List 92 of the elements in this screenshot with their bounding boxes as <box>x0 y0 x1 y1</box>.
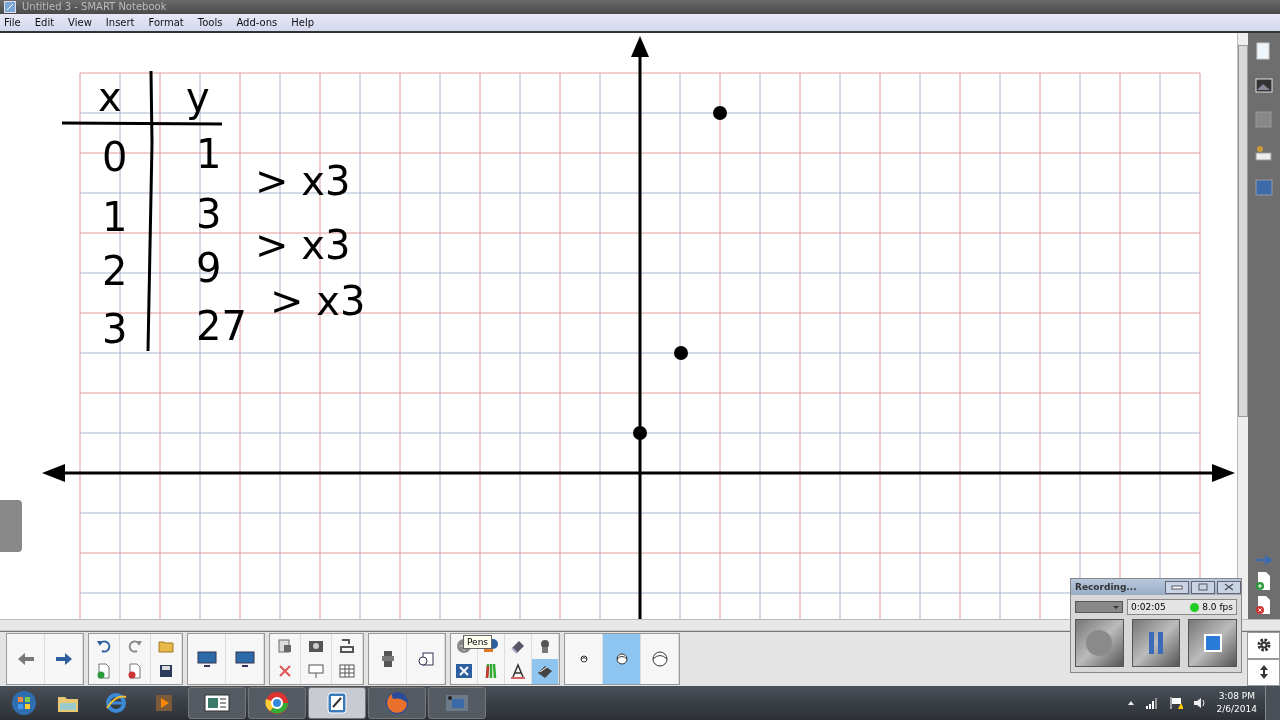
plotted-point <box>633 426 647 441</box>
taskbar-button[interactable] <box>308 687 366 719</box>
line-width-option[interactable] <box>603 633 641 684</box>
eraser-icon <box>536 663 554 680</box>
plotted-point <box>674 346 688 361</box>
close-icon <box>455 663 473 680</box>
screen-icon <box>308 663 324 680</box>
table-icon <box>339 663 355 680</box>
redo-icon <box>127 638 143 655</box>
scroll-thumb[interactable] <box>1238 45 1248 418</box>
side-tab-icon[interactable] <box>1253 143 1275 164</box>
window-icon <box>204 694 230 712</box>
chrome-browser-icon <box>265 691 289 715</box>
side-tab-icon[interactable] <box>1253 75 1275 96</box>
web-browser-icon <box>105 692 127 714</box>
document-camera-icon <box>380 649 395 668</box>
elapsed-time: 0:02:05 <box>1131 602 1167 612</box>
up-down-arrow-icon <box>1258 664 1269 681</box>
tooltip: Pens <box>463 634 493 649</box>
menu-item[interactable]: Help <box>291 16 315 28</box>
table-value: 27 <box>196 303 247 350</box>
table-value: 0 <box>102 134 128 181</box>
settings-button[interactable] <box>1247 631 1280 659</box>
menu-item[interactable]: Add-ons <box>236 16 278 28</box>
move-toolbar-button[interactable] <box>1247 658 1280 686</box>
ratio-label: > x3 <box>270 278 366 325</box>
undo-icon <box>96 638 112 655</box>
shapes-icon <box>416 650 435 667</box>
camera-icon <box>308 638 324 655</box>
screen-icon <box>196 650 217 667</box>
add-page-icon <box>96 663 112 680</box>
plotted-point <box>713 106 727 121</box>
paste-icon <box>277 638 293 655</box>
pause-button[interactable] <box>1131 619 1181 667</box>
maximize-button[interactable] <box>1191 580 1215 594</box>
pause-icon <box>1146 630 1166 656</box>
menu-item[interactable]: Format <box>148 16 184 28</box>
recorder-title: Recording... <box>1075 582 1137 592</box>
settings-icon <box>1255 637 1272 654</box>
column-heading: x <box>98 74 122 121</box>
line-width-icon <box>649 649 670 668</box>
clock-date[interactable]: 2/6/2014 <box>1216 703 1257 716</box>
stop-button[interactable] <box>1188 619 1237 667</box>
delete-page-icon <box>127 663 143 680</box>
window-title: Untitled 3 - SMART Notebook <box>22 1 167 13</box>
table-value: 3 <box>196 191 222 238</box>
left-arrow-icon <box>16 651 35 666</box>
taskbar-button[interactable] <box>188 687 246 719</box>
table-value: 3 <box>102 306 128 353</box>
close-icon <box>1223 583 1235 591</box>
menu-item[interactable]: Edit <box>34 16 55 28</box>
caret-icon <box>1112 604 1120 610</box>
folder-icon <box>158 638 174 655</box>
record-icon <box>1084 628 1115 658</box>
menu-item[interactable]: File <box>4 16 21 28</box>
menu-item[interactable]: View <box>68 16 92 28</box>
right-arrow-icon <box>54 651 73 666</box>
clock-time[interactable]: 3:08 PM <box>1218 690 1255 703</box>
text-icon <box>510 663 526 680</box>
minimize-icon <box>1171 583 1183 591</box>
ratio-label: > x3 <box>255 158 351 205</box>
maximize-icon <box>1197 583 1209 591</box>
volume-icon[interactable] <box>1192 697 1207 709</box>
tool-button[interactable] <box>532 658 559 684</box>
column-heading: y <box>186 74 210 121</box>
save-icon <box>158 663 174 680</box>
menu-item[interactable]: Insert <box>105 16 135 28</box>
table-value: 2 <box>102 248 128 295</box>
table-value: 1 <box>102 194 128 241</box>
close-button[interactable] <box>1217 580 1241 594</box>
firefox-browser-icon <box>385 691 409 715</box>
table-value: 9 <box>196 245 222 292</box>
notebook-icon <box>326 691 348 715</box>
crop-icon <box>339 638 355 655</box>
app-icon <box>4 0 16 13</box>
windows-logo-icon <box>11 690 37 716</box>
table-value: 1 <box>196 131 222 178</box>
ratio-label: > x3 <box>255 222 351 269</box>
frame-rate: 8.0 fps <box>1202 602 1233 612</box>
media-player-icon <box>154 693 174 713</box>
taskbar-button[interactable] <box>248 687 306 719</box>
recorder-icon <box>444 693 470 713</box>
show-hidden-icons-icon[interactable] <box>1126 700 1135 706</box>
side-handle[interactable] <box>0 500 22 552</box>
minimize-button[interactable] <box>1165 580 1189 594</box>
screen-icon <box>234 650 255 667</box>
stop-icon <box>1202 633 1223 653</box>
signal-icon[interactable] <box>1144 697 1159 709</box>
action-center-flag-icon[interactable] <box>1168 696 1183 710</box>
record-button[interactable] <box>1075 619 1124 667</box>
menu-item[interactable]: Tools <box>197 16 223 28</box>
eraser-icon <box>510 638 526 655</box>
